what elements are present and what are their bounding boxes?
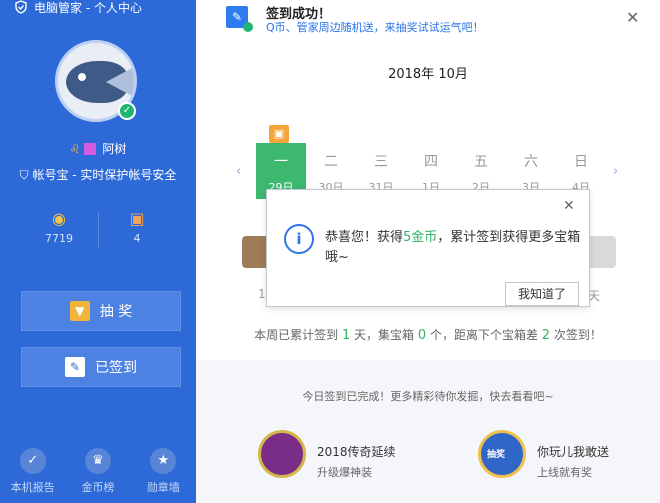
- promo-badge: 抽奖: [487, 450, 506, 460]
- recommend-title: 今日签到已完成！更多精彩待你发掘，快去看看吧~: [302, 390, 554, 403]
- user-line: ♌ 阿树: [0, 140, 196, 157]
- reward-amount: 5金币: [403, 230, 438, 245]
- lottery-label: 抽 奖: [99, 304, 133, 320]
- weekday-label: 一: [274, 154, 288, 170]
- info-icon: i: [284, 224, 314, 254]
- nav-medals[interactable]: ★ 勋章墙: [132, 448, 194, 503]
- stats: ◉ 7719 ▣ 4: [20, 210, 176, 250]
- signed-days-count: 1: [341, 328, 351, 343]
- signed-in-button[interactable]: ✎ 已签到: [21, 347, 181, 387]
- signin-toast: ✎ 签到成功！ Q币、管家周边随机送，来抽奖试试运气吧！ ✕: [196, 0, 660, 36]
- coins-stat[interactable]: ◉ 7719: [20, 209, 98, 246]
- weekday-label: 三: [374, 154, 388, 170]
- signed-label: 已签到: [95, 360, 137, 376]
- gift-box-icon: ▣: [269, 125, 289, 143]
- ok-button[interactable]: 我知道了: [505, 282, 579, 306]
- window-title: 电脑管家 - 个人中心: [14, 0, 142, 15]
- shield-small-icon: ⛉: [19, 168, 29, 182]
- chevron-right-icon[interactable]: ›: [613, 164, 618, 179]
- cube-icon: [84, 143, 97, 155]
- gift-icon: ▣: [129, 209, 145, 228]
- weekday-label: 二: [324, 154, 338, 170]
- nav-coin-rank-label: 金币榜: [81, 481, 115, 494]
- coins-count: 7719: [45, 232, 73, 245]
- lottery-button[interactable]: ▼ 抽 奖: [21, 291, 181, 331]
- nav-report[interactable]: ✓ 本机报告: [2, 448, 64, 503]
- lottery-wheel-icon: 抽奖: [478, 430, 526, 478]
- remaining-count: 2: [541, 328, 551, 343]
- nav-report-label: 本机报告: [10, 481, 55, 494]
- close-icon[interactable]: ✕: [626, 8, 639, 27]
- bottom-nav: ✓ 本机报告 ♛ 金币榜 ★ 勋章墙: [0, 448, 196, 503]
- nav-medals-label: 勋章墙: [146, 481, 180, 494]
- summary-text: 天，集宝箱: [350, 328, 418, 342]
- weekly-summary: 本周已累计签到 1 天，集宝箱 0 个，距离下个宝箱差 2 次签到！: [196, 326, 660, 343]
- medal-icon: ★: [150, 448, 177, 474]
- chevron-left-icon[interactable]: ‹: [236, 164, 241, 179]
- close-icon[interactable]: ✕: [563, 198, 575, 214]
- reward-text: 恭喜您！获得: [325, 230, 404, 245]
- weekday-label: 五: [474, 154, 488, 170]
- shield-icon: [14, 0, 28, 14]
- app-title: 电脑管家 - 个人中心: [34, 0, 142, 15]
- summary-text: 个，距离下个宝箱差: [426, 328, 542, 342]
- promo-desc: 上线就有奖: [537, 466, 592, 479]
- coins-icon: ◉: [52, 209, 66, 228]
- weekday-label: 四: [424, 154, 438, 170]
- reward-dialog: ✕ i 恭喜您！获得5金币，累计签到获得更多宝箱哦~ 我知道了: [266, 189, 590, 307]
- lottery-box-icon: ▼: [69, 301, 90, 321]
- zodiac-leo-icon: ♌: [69, 142, 81, 156]
- chest-label: 1: [258, 287, 266, 301]
- promo-name: 你玩儿我敢送: [537, 445, 610, 459]
- pencil-icon: ✎: [65, 357, 85, 377]
- gifts-count: 4: [133, 232, 141, 245]
- protect-text: 帐号宝 - 实时保护帐号安全: [32, 168, 177, 182]
- toast-subtitle[interactable]: Q币、管家周边随机送，来抽奖试试运气吧！: [266, 19, 484, 35]
- recommend-section: 今日签到已完成！更多精彩待你发掘，快去看看吧~ 2018传奇延续 升级爆神装 抽…: [196, 360, 660, 503]
- game-icon: [258, 430, 306, 478]
- toast-check-icon: [243, 22, 253, 32]
- promo-name: 2018传奇延续: [317, 445, 396, 459]
- calendar-month: 2018年 10月: [388, 67, 468, 82]
- summary-text: 次签到！: [550, 328, 602, 342]
- account-protect[interactable]: ⛉ 帐号宝 - 实时保护帐号安全: [0, 166, 196, 183]
- promo-desc: 升级爆神装: [317, 466, 372, 479]
- nav-coin-rank[interactable]: ♛ 金币榜: [67, 448, 129, 503]
- weekday-label: 六: [524, 154, 538, 170]
- summary-text: 本周已累计签到: [254, 328, 342, 342]
- boxes-count: 0: [417, 328, 427, 343]
- verified-check-icon: ✓: [118, 102, 136, 120]
- reward-message: 恭喜您！获得5金币，累计签到获得更多宝箱哦~: [325, 228, 583, 268]
- gifts-stat[interactable]: ▣ 4: [98, 209, 176, 246]
- fish-eye: [78, 73, 86, 81]
- shield-check-icon: ✓: [19, 448, 46, 474]
- weekday-label: 日: [574, 154, 588, 170]
- username: 阿树: [102, 142, 127, 156]
- crown-icon: ♛: [84, 448, 111, 474]
- sidebar: 电脑管家 - 个人中心 ✓ ♌ 阿树 ⛉ 帐号宝 - 实时保护帐号安全 ◉ 771…: [0, 0, 196, 503]
